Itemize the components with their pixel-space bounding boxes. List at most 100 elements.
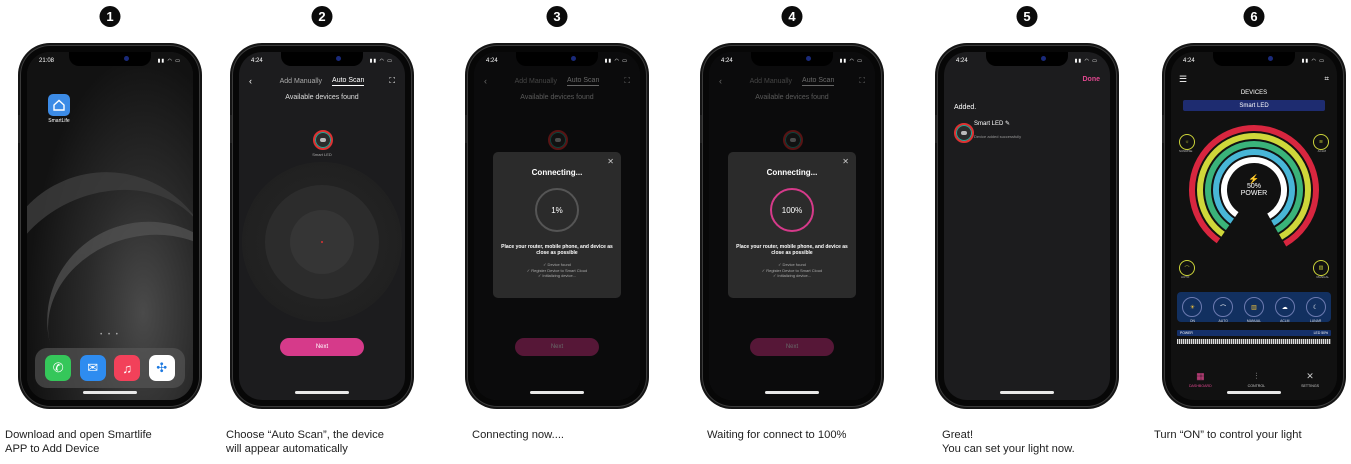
connection-steps: ✓ Device found ✓ Register Device to Smar… [526,262,588,278]
nav-settings[interactable]: ✕ SETTINGS [1301,371,1319,388]
step-caption: Download and open Smartlife APP to Add D… [5,429,152,455]
mode-lunar-button[interactable]: ☾ LUNAR [1305,297,1326,323]
auto-icon[interactable]: ⌒ [1179,260,1195,276]
step-number-3: 3 [546,6,568,27]
next-button[interactable]: Next [280,338,364,356]
back-icon[interactable]: ‹ [249,76,252,86]
placement-hint: Place your router, mobile phone, and dev… [736,244,848,256]
status-bar: 4:24 ▮▮ ◠ ▭ [1183,58,1325,68]
connecting-screen: 4:24▮▮ ◠ ▭ ‹ Add Manually Auto Scan ⛶ Av… [474,52,640,400]
moon-icon: ☾ [1312,304,1319,311]
manual-icon[interactable]: ▥ [1313,260,1329,276]
mode-auto-button[interactable]: ⌒ AUTO [1213,297,1234,323]
phone-frame: 4:24▮▮ ◠ ▭ ‹ Add Manually Auto Scan ⛶ Av… [465,45,647,407]
connection-steps: ✓ Device found ✓ Register Device to Smar… [761,262,823,278]
bars-icon: ▥ [1251,304,1257,311]
sliders-icon: ⫶ [1255,371,1258,381]
done-button[interactable]: Done [1083,76,1101,83]
step-caption: Turn “ON” to control your light [1154,429,1302,441]
signal-icon: ▮▮ ◠ ▭ [1301,58,1325,64]
phone-frame: 21:08 ▮▮ ◠ ▭ SmartLife • • • ✆ ✉ ♫ ✣ [18,45,200,407]
edit-icon[interactable]: ✎ [1005,121,1010,127]
signal-icon: ▮▮ ◠ ▭ [839,58,863,64]
step-number-5: 5 [1016,6,1038,27]
phone-frame: 4:24▮▮ ◠ ▭ ‹ Add Manually Auto Scan ⛶ Av… [700,45,882,407]
menu-icon[interactable]: ☰ [1179,74,1187,85]
device-selector[interactable]: Smart LED [1183,100,1325,111]
power-readout: ⚡ 50% POWER [1171,174,1337,198]
progress-value: 1% [551,205,563,215]
mode-manual-button[interactable]: ▥ MANUAL [1243,297,1264,323]
devices-title: DEVICES [1240,90,1268,96]
phone-app-icon[interactable]: ✆ [45,355,72,381]
safari-app-icon[interactable]: ✣ [148,355,175,381]
step-number-2: 2 [311,6,333,27]
scan-tabs: ‹ Add Manually Auto Scan ⛶ [249,74,395,88]
connecting-title: Connecting... [766,168,818,177]
close-icon[interactable]: ✕ [607,157,614,166]
connecting-screen: 4:24▮▮ ◠ ▭ ‹ Add Manually Auto Scan ⛶ Av… [709,52,875,400]
bolt-icon: ⚡ [1248,174,1260,184]
step-4: 4 4:24▮▮ ◠ ▭ ‹ Add Manually Auto Scan ⛶ … [682,0,902,464]
smartlife-app-icon[interactable] [48,94,70,116]
placement-hint: Place your router, mobile phone, and dev… [501,244,613,256]
signal-icon: ▮▮ ◠ ▭ [604,58,628,64]
home-screen: 21:08 ▮▮ ◠ ▭ SmartLife • • • ✆ ✉ ♫ ✣ [27,52,193,400]
smart-led-device-icon[interactable] [313,130,333,150]
power-level-bar[interactable] [1177,339,1331,344]
added-screen: 4:24 ▮▮ ◠ ▭ Done Added. Smart LED ✎ Devic… [944,52,1110,400]
music-app-icon[interactable]: ♫ [114,355,141,381]
sun-icon: ☀ [1189,304,1196,311]
phone-frame: 4:24 ▮▮ ◠ ▭ Done Added. Smart LED ✎ Devic… [935,45,1117,407]
power-row-label: POWER [1180,331,1193,335]
tab-add-manually[interactable]: Add Manually [280,78,322,85]
home-indicator [1227,391,1281,394]
added-heading: Added. [954,104,977,111]
scan-icon[interactable]: ⛶ [389,76,395,86]
close-icon[interactable]: ✕ [842,157,849,166]
bottom-nav: ▦ DASHBOARD ⫶ CONTROL ✕ SETTINGS [1171,371,1337,388]
dashboard-screen: 4:24 ▮▮ ◠ ▭ ☰ ⌗ DEVICES Smart LED ☼ SUNRI… [1171,52,1337,400]
phone-frame: 4:24▮▮ ◠ ▭ ‹ Add Manually Auto Scan ⛶ Av… [230,45,412,407]
progress-ring: 1% [535,188,579,232]
progress-value: 100% [781,205,803,215]
app-label: SmartLife [48,118,70,124]
step-6: 6 4:24 ▮▮ ◠ ▭ ☰ ⌗ DEVICES Smart LED ☼ SUN… [1144,0,1351,464]
added-device-name: Smart LED [974,121,1004,127]
step-caption: Great! You can set your light now. [942,429,1075,455]
step-3: 3 4:24▮▮ ◠ ▭ ‹ Add Manually Auto Scan ⛶ … [447,0,667,464]
page-dots: • • • [100,332,120,338]
power-word: POWER [1240,190,1268,197]
arc-icon: ⌒ [1220,305,1227,312]
mail-app-icon[interactable]: ✉ [79,355,106,381]
step-number-4: 4 [781,6,803,27]
step-caption: Connecting now.... [472,429,565,441]
mode-on-button[interactable]: ☀ ON [1182,297,1203,323]
step-number-6: 6 [1243,6,1265,27]
qr-scan-icon[interactable]: ⌗ [1324,74,1329,84]
power-row: POWER LED 50% [1177,330,1331,336]
device-label: Smart LED [312,152,332,157]
nav-control[interactable]: ⫶ CONTROL [1248,371,1266,388]
nav-dashboard[interactable]: ▦ DASHBOARD [1189,371,1212,388]
power-row-value: LED 50% [1313,331,1328,335]
cloud-icon: ☁ [1281,304,1288,311]
tools-icon: ✕ [1306,371,1314,381]
connecting-dialog: ✕ Connecting... 1% Place your router, mo… [493,152,621,298]
home-indicator [1000,391,1054,394]
scan-screen: 4:24 ▮▮ ◠ ▭ ‹ Add Manually Auto Scan ⛶ Av… [239,52,405,400]
radar-center-dot [321,241,323,243]
corner-label: AUTO [1181,275,1190,279]
step-2: 2 4:24 ▮▮ ◠ ▭ ‹ Add Manually Auto Scan ⛶ … [212,0,432,464]
mode-aclm-button[interactable]: ☁ ACLM [1274,297,1295,323]
status-bar: 4:24 ▮▮ ◠ ▭ [721,58,863,68]
status-bar: 21:08 ▮▮ ◠ ▭ [39,58,181,68]
added-device-row[interactable]: Smart LED ✎ [974,120,1010,127]
status-bar: 4:24 ▮▮ ◠ ▭ [251,58,393,68]
tab-auto-scan[interactable]: Auto Scan [332,77,365,86]
step-1: 1 21:08 ▮▮ ◠ ▭ SmartLife • • • ✆ ✉ ♫ ✣ Do… [0,0,220,464]
status-bar: 4:24 ▮▮ ◠ ▭ [486,58,628,68]
corner-label: MANUAL [1316,275,1329,279]
progress-ring: 100% [770,188,814,232]
home-indicator [765,391,819,394]
